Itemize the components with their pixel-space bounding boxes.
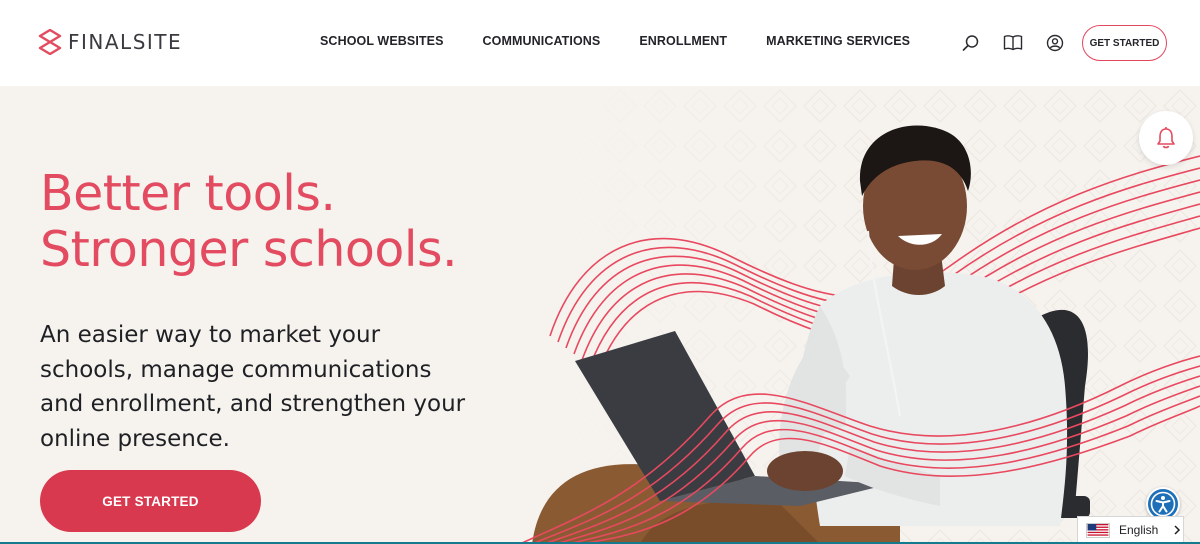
nav-communications[interactable]: COMMUNICATIONS <box>483 34 601 48</box>
search-icon[interactable] <box>960 32 982 54</box>
us-flag-icon <box>1086 522 1110 538</box>
logo-text: FINALSITE <box>68 30 183 54</box>
headline-line-2: Stronger schools. <box>40 221 458 278</box>
user-icon[interactable] <box>1044 32 1066 54</box>
language-selector[interactable]: English <box>1077 516 1184 544</box>
hero-get-started-button[interactable]: GET STARTED <box>40 470 261 532</box>
finalsite-logo-icon <box>38 29 62 55</box>
accessibility-icon <box>1150 491 1176 517</box>
header-icon-group <box>960 32 1066 54</box>
header-get-started-button[interactable]: GET STARTED <box>1082 25 1167 61</box>
hero-section: Better tools. Stronger schools. An easie… <box>0 86 1200 544</box>
book-icon[interactable] <box>1002 32 1024 54</box>
main-nav: SCHOOL WEBSITES COMMUNICATIONS ENROLLMEN… <box>320 34 949 48</box>
chevron-right-icon <box>1174 525 1181 535</box>
hero-image-student-with-laptop <box>520 125 1200 544</box>
hero-headline: Better tools. Stronger schools. <box>40 165 458 278</box>
finalsite-logo[interactable]: FINALSITE <box>38 29 182 55</box>
bell-icon <box>1157 127 1175 149</box>
nav-enrollment[interactable]: ENROLLMENT <box>639 34 727 48</box>
language-label: English <box>1119 523 1159 537</box>
notification-bell-button[interactable] <box>1139 111 1193 165</box>
headline-line-1: Better tools. <box>40 165 336 222</box>
site-header: FINALSITE SCHOOL WEBSITES COMMUNICATIONS… <box>0 0 1200 86</box>
hero-subtext: An easier way to market your schools, ma… <box>40 322 466 452</box>
nav-school-websites[interactable]: SCHOOL WEBSITES <box>320 34 444 48</box>
nav-marketing-services[interactable]: MARKETING SERVICES <box>766 34 910 48</box>
